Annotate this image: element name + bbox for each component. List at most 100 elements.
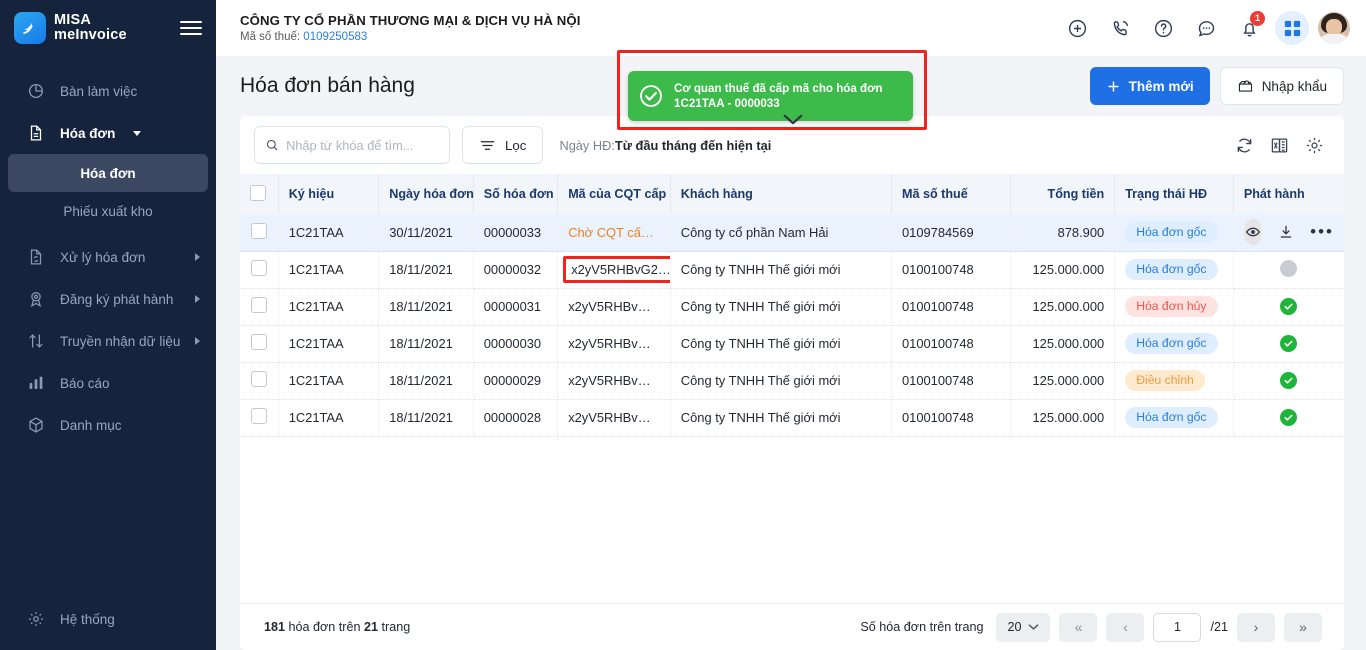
topbar: CÔNG TY CỔ PHẦN THƯƠNG MẠI & DỊCH VỤ HÀ …	[216, 0, 1366, 56]
refresh-icon[interactable]	[1235, 136, 1254, 155]
cell-customer: Công ty cổ phần Nam Hải	[670, 214, 891, 251]
question-circle-icon[interactable]	[1146, 11, 1180, 45]
settings-gear-icon[interactable]	[1305, 136, 1324, 155]
search-box[interactable]	[254, 126, 450, 164]
sidebar-item-danh-muc[interactable]: Danh mục	[0, 404, 216, 446]
col-header-code[interactable]: Mã của CQT cấp	[558, 174, 671, 214]
sidebar-item-label: Bàn làm việc	[60, 84, 137, 99]
col-header-issue[interactable]: Phát hành	[1233, 174, 1344, 214]
sidebar-subitem-hoa-don[interactable]: Hóa đơn	[8, 154, 208, 192]
status-badge: Hóa đơn gốc	[1125, 259, 1217, 280]
sidebar-item-label: Truyền nhận dữ liệu	[60, 334, 180, 349]
issue-check-icon	[1280, 335, 1297, 352]
add-new-button[interactable]: Thêm mới	[1090, 67, 1210, 105]
cell-customer: Công ty TNHH Thế giới mới	[670, 399, 891, 436]
chat-bubble-icon[interactable]	[1189, 11, 1223, 45]
table-row[interactable]: 1C21TAA 30/11/2021 00000033 Chờ CQT cấp …	[240, 214, 1344, 251]
brand-line2: meInvoice	[54, 28, 127, 43]
preview-eye-icon[interactable]	[1244, 219, 1262, 245]
cell-number: 00000028	[473, 399, 557, 436]
col-header-customer[interactable]: Khách hàng	[670, 174, 891, 214]
sidebar-item-bao-cao[interactable]: Báo cáo	[0, 362, 216, 404]
first-page-button[interactable]: «	[1059, 613, 1097, 642]
success-toast[interactable]: Cơ quan thuế đã cấp mã cho hóa đơn 1C21T…	[628, 71, 913, 121]
sidebar-item-truyen-nhan-du-lieu[interactable]: Truyền nhận dữ liệu	[0, 320, 216, 362]
select-all-checkbox[interactable]	[250, 185, 266, 201]
sidebar-item-ban-lam-viec[interactable]: Bàn làm việc	[0, 70, 216, 112]
cell-tax: 0100100748	[891, 251, 1010, 288]
col-header-status[interactable]: Trạng thái HĐ	[1115, 174, 1234, 214]
sidebar-item-xu-ly-hoa-don[interactable]: Xử lý hóa đơn	[0, 236, 216, 278]
import-button[interactable]: Nhập khẩu	[1220, 67, 1344, 105]
row-checkbox[interactable]	[251, 408, 267, 424]
row-checkbox[interactable]	[251, 371, 267, 387]
table-row[interactable]: 1C21TAA 18/11/2021 00000028 x2yV5RHBvG27…	[240, 399, 1344, 436]
sidebar-item-label: Đăng ký phát hành	[60, 292, 173, 307]
cell-issue	[1233, 399, 1344, 436]
col-header-symbol[interactable]: Ký hiệu	[278, 174, 379, 214]
invoice-table-wrapper: Ký hiệu Ngày hóa đơn Số hóa đơn Mã của C…	[240, 174, 1344, 603]
sidebar-subnav: Hóa đơn Phiếu xuất kho	[0, 154, 216, 230]
avatar[interactable]	[1318, 12, 1350, 44]
sidebar-item-dang-ky-phat-hanh[interactable]: Đăng ký phát hành	[0, 278, 216, 320]
cell-issue	[1233, 325, 1344, 362]
table-header-row: Ký hiệu Ngày hóa đơn Số hóa đơn Mã của C…	[240, 174, 1344, 214]
sidebar-subitem-phieu-xuat-kho[interactable]: Phiếu xuất kho	[8, 192, 208, 230]
sidebar-item-hoa-don[interactable]: Hóa đơn	[0, 112, 216, 154]
topbar-actions: 1	[1060, 11, 1350, 45]
org-info: CÔNG TY CỔ PHẦN THƯƠNG MẠI & DỊCH VỤ HÀ …	[240, 13, 581, 43]
table-row[interactable]: 1C21TAA 18/11/2021 00000032 x2yV5RHBvG27…	[240, 251, 1344, 288]
apps-grid-icon[interactable]	[1275, 11, 1309, 45]
prev-page-button[interactable]: ‹	[1106, 613, 1144, 642]
search-input[interactable]	[286, 138, 439, 153]
row-checkbox[interactable]	[251, 334, 267, 350]
cell-code: x2yV5RHBvG273T...	[558, 362, 671, 399]
filter-button[interactable]: Lọc	[462, 126, 543, 164]
cell-symbol: 1C21TAA	[278, 362, 379, 399]
status-badge: Hóa đơn gốc	[1125, 407, 1217, 428]
document-icon	[26, 123, 46, 143]
cell-date: 18/11/2021	[379, 399, 474, 436]
row-checkbox[interactable]	[251, 223, 267, 239]
sidebar: MISA meInvoice Bàn làm việc	[0, 0, 216, 650]
cell-issue	[1233, 362, 1344, 399]
excel-export-icon[interactable]	[1270, 136, 1289, 155]
brand-logo[interactable]: MISA meInvoice	[0, 0, 216, 56]
cell-total: 125.000.000	[1010, 251, 1115, 288]
phone-icon[interactable]	[1103, 11, 1137, 45]
cell-status: Hóa đơn hủy	[1115, 288, 1234, 325]
issue-check-icon	[1280, 298, 1297, 315]
table-row[interactable]: 1C21TAA 18/11/2021 00000031 x2yV5RHBvG27…	[240, 288, 1344, 325]
bell-icon[interactable]: 1	[1232, 11, 1266, 45]
last-page-button[interactable]: »	[1284, 613, 1322, 642]
cell-status: Hóa đơn gốc	[1115, 325, 1234, 362]
plus-circle-icon[interactable]	[1060, 11, 1094, 45]
org-tax-value[interactable]: 0109250583	[303, 31, 367, 43]
cell-code: x2yV5RHBvG273T...	[558, 251, 671, 288]
sidebar-item-he-thong[interactable]: Hệ thống	[0, 598, 216, 640]
page-number-input[interactable]	[1153, 613, 1201, 642]
per-page-select[interactable]: 20	[996, 613, 1050, 642]
cell-total: 125.000.000	[1010, 288, 1115, 325]
col-header-tax[interactable]: Mã số thuế	[891, 174, 1010, 214]
status-badge: Hóa đơn gốc	[1125, 333, 1217, 354]
col-header-total[interactable]: Tổng tiền	[1010, 174, 1115, 214]
row-checkbox[interactable]	[251, 297, 267, 313]
col-header-date[interactable]: Ngày hóa đơn	[379, 174, 474, 214]
row-checkbox-cell	[240, 325, 278, 362]
table-row[interactable]: 1C21TAA 18/11/2021 00000030 x2yV5RHBvG27…	[240, 325, 1344, 362]
import-label: Nhập khẩu	[1262, 79, 1327, 94]
hamburger-menu-icon[interactable]	[180, 21, 202, 35]
cell-number: 00000029	[473, 362, 557, 399]
date-filter-note[interactable]: Ngày HĐ:Từ đầu tháng đến hiện tại	[559, 138, 771, 153]
cell-date: 18/11/2021	[379, 325, 474, 362]
next-page-button[interactable]: ›	[1237, 613, 1275, 642]
toast-collapse-chevron-icon[interactable]	[782, 113, 804, 131]
more-actions-icon[interactable]: •••	[1310, 227, 1334, 237]
bar-chart-icon	[26, 373, 46, 393]
col-header-number[interactable]: Số hóa đơn	[473, 174, 557, 214]
table-row[interactable]: 1C21TAA 18/11/2021 00000029 x2yV5RHBvG27…	[240, 362, 1344, 399]
row-checkbox[interactable]	[251, 260, 267, 276]
toast-line2: 1C21TAA - 0000033	[674, 97, 780, 110]
download-icon[interactable]	[1278, 224, 1294, 240]
